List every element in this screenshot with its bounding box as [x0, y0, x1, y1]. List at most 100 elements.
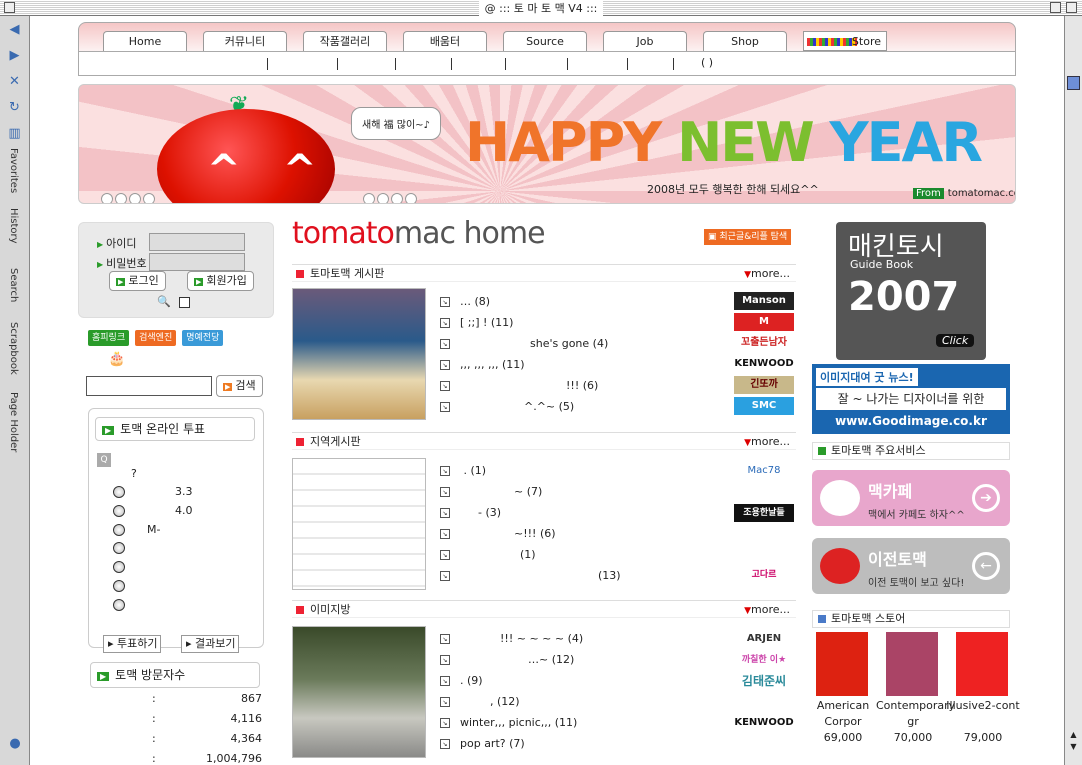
scroll-up-icon[interactable]: ▲	[1067, 730, 1080, 742]
sidebar-tab-scrapbook[interactable]: Scrapbook	[8, 322, 19, 375]
board-thumbnail-image[interactable]	[292, 288, 426, 420]
member-logo[interactable]: 김태준씨	[734, 672, 794, 690]
post-item[interactable]: ↘… (8)	[440, 295, 490, 308]
password-input[interactable]	[149, 253, 245, 271]
nav-tab-source[interactable]: Source	[503, 31, 587, 51]
poll-option[interactable]: 4.0	[113, 504, 193, 517]
local-thumbnail-image[interactable]	[292, 458, 426, 590]
nav-tab-gallery[interactable]: 작품갤러리	[303, 31, 387, 51]
subnav-paren[interactable]: ( )	[701, 56, 713, 69]
back-icon[interactable]: ◀	[6, 22, 24, 40]
remember-checkbox[interactable]	[179, 297, 190, 308]
post-item[interactable]: ↘ (1)	[440, 548, 536, 561]
post-item[interactable]: ↘ she's gone (4)	[440, 337, 608, 350]
mac-cafe-service[interactable]: 맥카페 맥에서 카페도 하자^^ ➔	[812, 470, 1010, 526]
post-item[interactable]: ↘[ ;;] ! (11)	[440, 316, 513, 329]
post-item[interactable]: ↘ . (1)	[440, 464, 486, 477]
nav-tab-job[interactable]: Job	[603, 31, 687, 51]
search-input[interactable]	[86, 376, 212, 396]
member-logo[interactable]: 까칠한 이★	[734, 651, 794, 669]
member-logo[interactable]: KENWOOD	[734, 714, 794, 732]
poll-option[interactable]: M-	[113, 523, 160, 536]
book-title[interactable]: American Corpor	[806, 698, 880, 730]
refresh-icon[interactable]: ↻	[6, 100, 24, 118]
member-logo[interactable]: Mac78	[734, 462, 794, 480]
forward-icon[interactable]: ▶	[6, 48, 24, 66]
search-engine-button[interactable]: 검색엔진	[135, 330, 177, 346]
vote-button[interactable]: ▸ 투표하기	[103, 635, 161, 653]
mac-guidebook-ad[interactable]: 매킨토시 Guide Book 2007 Click	[836, 222, 986, 360]
nav-tab-learning[interactable]: 배움터	[403, 31, 487, 51]
homepage-link-button[interactable]: 홈피링크	[88, 330, 130, 346]
book-title[interactable]: Contemporary gr	[876, 698, 955, 730]
nav-tab-shop[interactable]: Shop	[703, 31, 787, 51]
close-box-icon[interactable]	[4, 2, 15, 13]
goodimage-ad[interactable]: 이미지대여 굿 뉴스! 잘 ~ 나가는 디자이너를 위한 www.Goodima…	[812, 364, 1010, 434]
book-cover[interactable]	[886, 632, 938, 696]
book-title[interactable]: Illusive2-cont	[946, 698, 1020, 714]
search-button[interactable]: ▶ 검색	[216, 375, 263, 397]
poll-option[interactable]	[113, 599, 135, 611]
member-logo[interactable]: 조용한날들	[734, 504, 794, 522]
stop-icon[interactable]: ✕	[6, 74, 24, 92]
scroll-down-icon[interactable]: ▼	[1067, 742, 1080, 754]
nav-tab-store[interactable]: Store	[803, 31, 887, 51]
collapse-box-icon[interactable]	[1066, 2, 1077, 13]
sidebar-toggle-icon[interactable]: ▥	[6, 126, 24, 144]
sidebar-tab-history[interactable]: History	[8, 208, 19, 244]
guidebook-click-button[interactable]: Click	[936, 334, 975, 347]
nav-tab-home[interactable]: Home	[103, 31, 187, 51]
member-logo[interactable]: ARJEN	[734, 630, 794, 648]
member-logo[interactable]: M	[734, 313, 794, 331]
vertical-scrollbar[interactable]: ▲ ▼	[1064, 16, 1082, 765]
post-item[interactable]: ↘ (13)	[440, 569, 621, 582]
member-logo[interactable]: Manson	[734, 292, 794, 310]
poll-option[interactable]	[113, 580, 135, 592]
post-item[interactable]: ↘!!! ~ ~ ~ ~ (4)	[440, 632, 583, 645]
book-cover[interactable]	[816, 632, 868, 696]
latest-posts-button[interactable]: ▣ 최근글&리플 탐색	[704, 229, 792, 245]
member-logo[interactable]: 고다르	[734, 566, 794, 584]
poll-option[interactable]: 3.3	[113, 485, 193, 498]
post-item[interactable]: ↘!!! (6)	[440, 379, 598, 392]
scrollbar-thumb[interactable]	[1067, 76, 1080, 90]
login-button[interactable]: ▶ 로그인	[109, 271, 166, 291]
member-logo[interactable]: KENWOOD	[734, 355, 794, 373]
poll-option[interactable]	[113, 561, 135, 573]
post-item[interactable]: ↘ ^.^~ (5)	[440, 400, 574, 413]
post-item[interactable]: ↘. (9)	[440, 674, 483, 687]
window-titlebar[interactable]: @ ::: 토 마 토 맥 V4 :::	[0, 0, 1082, 16]
magnifier-icon[interactable]: 🔍	[157, 295, 171, 308]
post-item[interactable]: ↘ winter,,, picnic,,, (11)	[440, 716, 577, 729]
hall-of-fame-button[interactable]: 명예전당	[182, 330, 224, 346]
id-input[interactable]	[149, 233, 245, 251]
post-item[interactable]: ↘, (12)	[440, 695, 520, 708]
cake-icon[interactable]: 🎂	[108, 351, 125, 367]
images-thumbnail-image[interactable]	[292, 626, 426, 758]
more-link[interactable]: ▼more...	[744, 601, 790, 620]
visitor-row: :1,004,796	[152, 752, 262, 765]
member-logo[interactable]: 꼬출든남자	[734, 334, 794, 352]
old-tomatomac-service[interactable]: 이전토맥 이전 토맥이 보고 싶다! ←	[812, 538, 1010, 594]
visitor-row: :4,116	[152, 712, 262, 725]
nav-tab-community[interactable]: 커뮤니티	[203, 31, 287, 51]
post-item[interactable]: ↘ …~ (12)	[440, 653, 574, 666]
sidebar-tab-search[interactable]: Search	[8, 268, 19, 302]
post-item[interactable]: ↘,,, ,,, ,,, (11)	[440, 358, 525, 371]
book-cover[interactable]	[956, 632, 1008, 696]
sidebar-tab-page-holder[interactable]: Page Holder	[8, 392, 19, 452]
member-logo[interactable]: SMC	[734, 397, 794, 415]
sidebar-tab-favorites[interactable]: Favorites	[8, 148, 19, 193]
more-link[interactable]: ▼more...	[744, 265, 790, 284]
post-item[interactable]: ↘ - (3)	[440, 506, 501, 519]
more-link[interactable]: ▼more...	[744, 433, 790, 452]
member-logo[interactable]: 긴또까	[734, 376, 794, 394]
new-year-banner[interactable]: ❦ ^ ^ 새해 福 많이~♪ HAPPY NEW YEAR 2008년 모두 …	[78, 84, 1016, 204]
results-button[interactable]: ▸ 결과보기	[181, 635, 239, 653]
zoom-box-icon[interactable]	[1050, 2, 1061, 13]
poll-option[interactable]	[113, 542, 135, 554]
post-item[interactable]: ↘ ~ (7)	[440, 485, 542, 498]
post-item[interactable]: ↘ pop art? (7)	[440, 737, 525, 750]
post-item[interactable]: ↘ ~!!! (6)	[440, 527, 556, 540]
signup-button[interactable]: ▶ 회원가입	[187, 271, 254, 291]
